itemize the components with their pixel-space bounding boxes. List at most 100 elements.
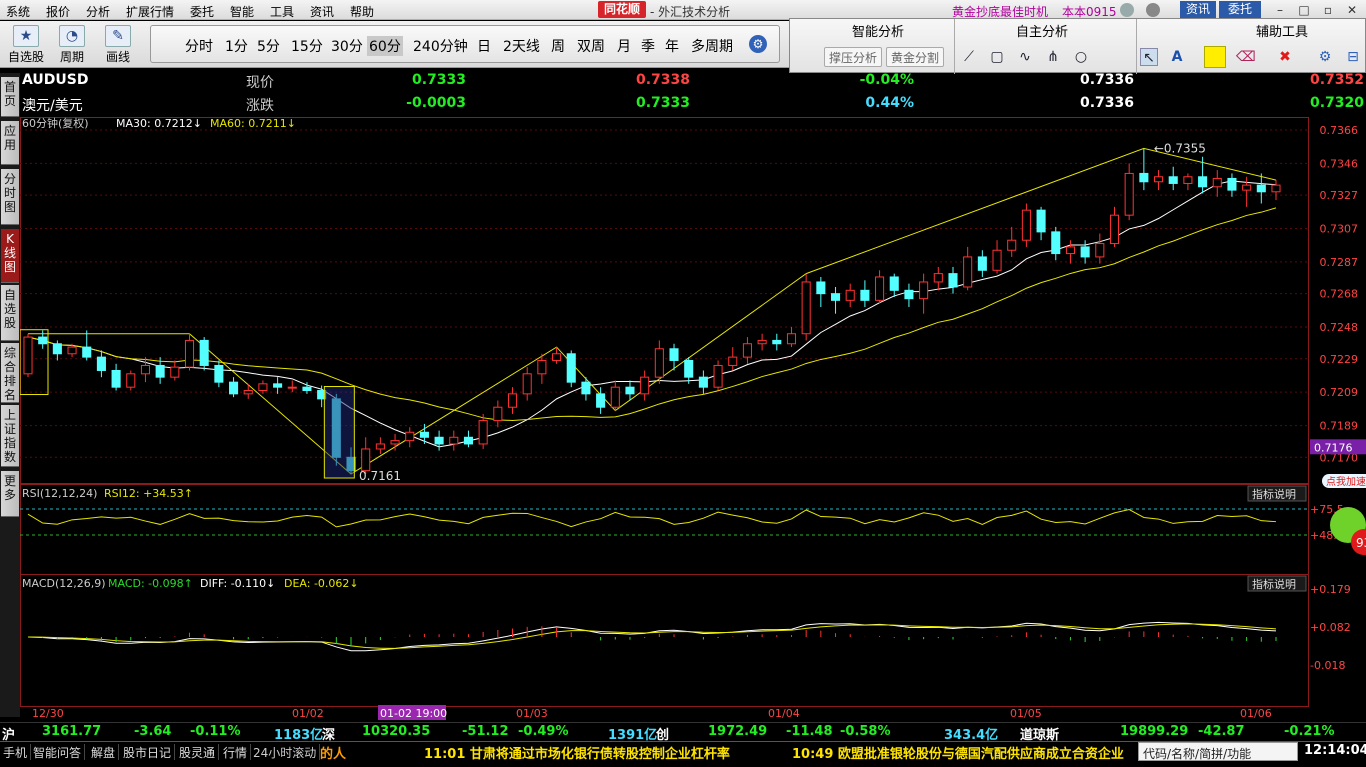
clear-icon[interactable]: ✖ xyxy=(1276,48,1294,66)
cursor-icon[interactable]: ↖ xyxy=(1140,48,1158,66)
candle-body xyxy=(493,406,503,422)
period-multi[interactable]: 多周期 xyxy=(691,36,733,56)
close-icon[interactable]: ✕ xyxy=(1342,2,1362,18)
candle-body xyxy=(522,373,532,395)
period-week[interactable]: 周 xyxy=(551,36,565,56)
candle-body xyxy=(816,281,826,295)
candle-body xyxy=(977,256,987,271)
candle-body xyxy=(243,390,253,395)
menu-news[interactable]: 资讯 xyxy=(310,3,334,20)
circle-draw-icon[interactable]: ○ xyxy=(1072,48,1090,66)
period-month[interactable]: 月 xyxy=(617,36,631,56)
kline-chart[interactable]: 0.7366 0.7346 0.7327 0.7307 0.7287 0.7268 0.72… xyxy=(19,116,1366,720)
left-tabs: 首页 应用 分时图 K线图 自选股 综合排名 上证指数 更多 xyxy=(0,73,20,717)
ticker-item: -0.21% xyxy=(1284,724,1335,739)
tab-more[interactable]: 更多 xyxy=(1,471,19,517)
tab-timeshare[interactable]: 分时图 xyxy=(1,169,19,225)
candle-body xyxy=(1124,172,1134,216)
period-2week[interactable]: 双周 xyxy=(577,36,605,56)
tab-apps[interactable]: 应用 xyxy=(1,121,19,165)
menu-analysis[interactable]: 分析 xyxy=(86,3,110,20)
kline-svg[interactable]: 0.7366 0.7346 0.7327 0.7307 0.7287 0.7268 0.72… xyxy=(19,116,1366,720)
candle-body xyxy=(405,431,415,442)
news-button[interactable]: 资讯 xyxy=(1180,1,1216,18)
smart-qa-button[interactable]: 智能问答 xyxy=(30,744,86,760)
restore-icon[interactable]: ▫ xyxy=(1318,2,1338,18)
period-tool[interactable]: ◔ 周期 xyxy=(54,25,90,65)
candle-body xyxy=(287,386,297,389)
period-day[interactable]: 日 xyxy=(477,36,491,56)
period-15m[interactable]: 15分 xyxy=(291,36,323,56)
tab-watchlist[interactable]: 自选股 xyxy=(1,285,19,341)
bell-icon[interactable] xyxy=(1120,3,1134,17)
fork-draw-icon[interactable]: ⋔ xyxy=(1044,48,1062,66)
ticker-item: 3161.77 xyxy=(42,724,102,739)
tab-home[interactable]: 首页 xyxy=(1,77,19,117)
stock-link-button[interactable]: 股灵通 xyxy=(176,744,220,760)
rect-draw-icon[interactable]: ▢ xyxy=(988,48,1006,66)
period-fenshi[interactable]: 分时 xyxy=(185,36,213,56)
wave-draw-icon[interactable]: ∿ xyxy=(1016,48,1034,66)
draw-tool[interactable]: ✎ 画线 xyxy=(100,25,136,65)
candle-body xyxy=(1227,177,1237,191)
quote-button[interactable]: 行情 xyxy=(220,744,252,760)
tab-ranking[interactable]: 综合排名 xyxy=(1,343,19,403)
y-tick-label: 0.7268 xyxy=(1320,288,1359,301)
menu-extended[interactable]: 扩展行情 xyxy=(126,3,174,20)
ticker-item: 1972.49 xyxy=(708,724,768,739)
y-tick-label: 0.7327 xyxy=(1320,189,1359,202)
menu-system[interactable]: 系统 xyxy=(6,3,30,20)
low-marker: 0.7161 xyxy=(359,469,401,483)
tab-kline[interactable]: K线图 xyxy=(1,229,19,283)
period-5m[interactable]: 5分 xyxy=(257,36,280,56)
period-30m[interactable]: 30分 xyxy=(331,36,363,56)
quote-value: 0.7333 xyxy=(635,95,690,111)
period-2day[interactable]: 2天线 xyxy=(503,36,540,56)
period-60m[interactable]: 60分 xyxy=(367,36,403,56)
menu-trade[interactable]: 委托 xyxy=(190,3,214,20)
candle-body xyxy=(449,436,459,445)
news-item-2[interactable]: 10:49 欧盟批准银轮股份与德国汽配供应商成立合资企业 xyxy=(792,743,1124,762)
delete-lines-icon[interactable]: ⌫ xyxy=(1236,48,1256,66)
menu-tools[interactable]: 工具 xyxy=(270,3,294,20)
support-resistance-button[interactable]: 撑压分析 xyxy=(824,47,883,67)
period-label: 周期 xyxy=(59,50,84,64)
diary-button[interactable]: 股市日记 xyxy=(120,744,176,760)
menu-smart[interactable]: 智能 xyxy=(230,3,254,20)
menu-quote[interactable]: 报价 xyxy=(46,3,70,20)
draw-label: 画线 xyxy=(105,50,130,64)
news-item-1[interactable]: 11:01 甘肃将通过市场化银行债转股控制企业杠杆率 xyxy=(424,743,730,762)
golden-section-button[interactable]: 黄金分割 xyxy=(886,47,945,67)
dea-line xyxy=(27,623,1277,649)
trade-button[interactable]: 委托 xyxy=(1219,1,1261,18)
settings-icon[interactable]: ⚙ xyxy=(1316,48,1334,66)
menu-help[interactable]: 帮助 xyxy=(350,3,374,20)
y-tick-label: 0.7307 xyxy=(1320,223,1359,236)
candle-body xyxy=(992,249,1002,271)
shirt-icon[interactable] xyxy=(1146,3,1160,17)
color-picker-icon[interactable] xyxy=(1204,46,1226,68)
period-year[interactable]: 年 xyxy=(665,36,679,56)
divider xyxy=(954,19,955,74)
y-tick-label: 0.7189 xyxy=(1320,420,1359,433)
tab-shindex[interactable]: 上证指数 xyxy=(1,405,19,467)
quote-value: 0.7336 xyxy=(1079,72,1134,88)
line-draw-icon[interactable]: ⟋ xyxy=(960,48,978,66)
gear-icon[interactable]: ⚙ xyxy=(749,35,767,53)
mobile-button[interactable]: 手机 xyxy=(0,744,32,760)
text-tool-icon[interactable]: A xyxy=(1168,48,1186,66)
maximize-icon[interactable]: □ xyxy=(1294,2,1314,18)
candle-body xyxy=(1168,176,1178,184)
period-quarter[interactable]: 季 xyxy=(641,36,655,56)
period-1m[interactable]: 1分 xyxy=(225,36,248,56)
period-240m[interactable]: 240分钟 xyxy=(413,36,468,56)
code-search-input[interactable]: 代码/名称/简拼/功能 xyxy=(1138,742,1298,761)
rolling-news-button[interactable]: 24小时滚动 xyxy=(250,744,321,760)
minimize-icon[interactable]: – xyxy=(1270,2,1290,18)
candle-body xyxy=(948,273,958,288)
lock-icon[interactable]: ⊟ xyxy=(1344,48,1362,66)
watchlist-tool[interactable]: ★ 自选股 xyxy=(8,25,44,65)
market-review-button[interactable]: 解盘 xyxy=(88,744,120,760)
index-ticker: 沪 3161.77 -3.64 -0.11% 1183亿深 10320.35 -51.12-… xyxy=(0,722,1366,743)
symbol-code: AUDUSD xyxy=(22,72,89,88)
